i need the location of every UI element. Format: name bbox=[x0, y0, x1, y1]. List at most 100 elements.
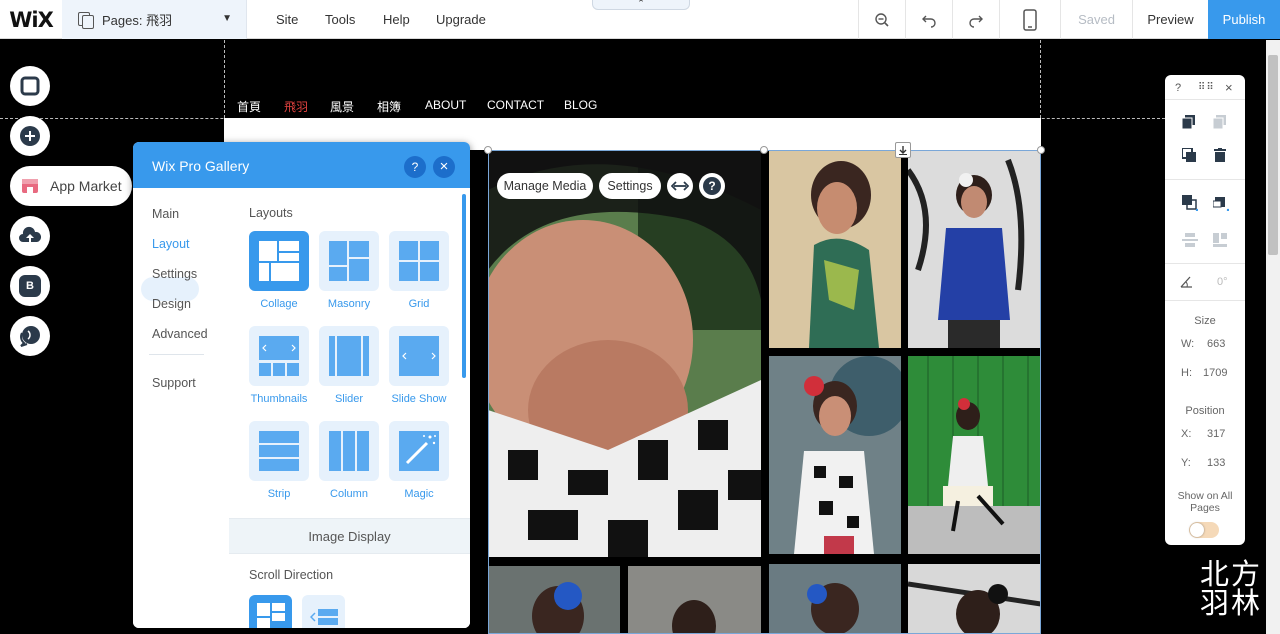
redo-button[interactable] bbox=[952, 0, 999, 39]
stretch-button[interactable] bbox=[667, 173, 693, 199]
publish-button[interactable]: Publish bbox=[1208, 0, 1280, 39]
app-market-button[interactable]: App Market bbox=[10, 166, 132, 206]
distribute-button[interactable] bbox=[1213, 233, 1227, 252]
panel-side-nav: Main Layout Settings Design Advanced Sup… bbox=[133, 188, 229, 628]
drag-handle-icon[interactable]: ⠿⠿ bbox=[1198, 82, 1215, 93]
add-button[interactable] bbox=[10, 116, 50, 156]
site-nav-blog[interactable]: BLOG bbox=[564, 98, 597, 112]
scroll-horizontal-option[interactable] bbox=[302, 595, 345, 628]
layout-masonry-card[interactable] bbox=[319, 231, 379, 291]
side-item-design[interactable]: Design bbox=[152, 297, 191, 311]
gallery-photo-8[interactable] bbox=[769, 564, 901, 634]
site-nav-about[interactable]: ABOUT bbox=[425, 98, 466, 112]
duplicate-button[interactable] bbox=[1181, 147, 1196, 167]
wix-logo[interactable]: WiX bbox=[0, 0, 62, 39]
layout-column-card[interactable] bbox=[319, 421, 379, 481]
pro-gallery[interactable] bbox=[488, 150, 1041, 634]
gallery-photo-5[interactable] bbox=[908, 356, 1041, 554]
layouts-section: Layouts Collage Masonry Grid Thumbnails bbox=[229, 188, 470, 518]
gallery-photo-large[interactable] bbox=[488, 150, 761, 557]
bring-forward-button[interactable] bbox=[1182, 195, 1199, 216]
site-nav-contact[interactable]: CONTACT bbox=[487, 98, 544, 112]
layout-strip-card[interactable] bbox=[249, 421, 309, 481]
editor-scrollbar-thumb[interactable] bbox=[1268, 55, 1278, 255]
x-value[interactable]: 317 bbox=[1207, 428, 1225, 440]
manage-media-button[interactable]: Manage Media bbox=[497, 173, 593, 199]
background-button[interactable] bbox=[10, 66, 50, 106]
mobile-view-button[interactable] bbox=[999, 0, 1060, 39]
gallery-photo-3[interactable] bbox=[769, 356, 901, 554]
panel-help-button[interactable]: ? bbox=[404, 156, 426, 178]
layout-thumbnails-card[interactable] bbox=[249, 326, 309, 386]
panel-scrollbar[interactable] bbox=[462, 194, 466, 378]
anchor-button[interactable] bbox=[895, 142, 911, 158]
arrange-divider-3 bbox=[1165, 263, 1245, 264]
upload-button[interactable] bbox=[10, 216, 50, 256]
site-nav-feiyu[interactable]: 飛羽 bbox=[284, 98, 308, 115]
blog-button[interactable]: B bbox=[10, 266, 50, 306]
arrange-help-button[interactable]: ? bbox=[1175, 82, 1181, 94]
arrange-close-button[interactable]: × bbox=[1225, 80, 1233, 95]
send-backward-button[interactable] bbox=[1212, 195, 1230, 216]
side-item-advanced[interactable]: Advanced bbox=[152, 327, 208, 341]
scroll-vertical-option[interactable] bbox=[249, 595, 292, 628]
show-on-all-pages-toggle[interactable] bbox=[1189, 522, 1219, 538]
y-value[interactable]: 133 bbox=[1207, 457, 1225, 469]
gallery-photo-6[interactable] bbox=[488, 566, 620, 634]
width-value[interactable]: 663 bbox=[1207, 338, 1225, 350]
gallery-photo-7[interactable] bbox=[628, 566, 761, 634]
layout-grid-card[interactable] bbox=[389, 231, 449, 291]
resize-handle-top[interactable] bbox=[760, 146, 768, 154]
watermark-line-2: 羽林 bbox=[1200, 586, 1263, 620]
pages-dropdown[interactable]: Pages: 飛羽 ▼ bbox=[62, 0, 247, 39]
menu-upgrade[interactable]: Upgrade bbox=[436, 0, 486, 39]
collapse-topbar-tab[interactable]: ⌃ bbox=[592, 0, 690, 10]
layout-slider-card[interactable] bbox=[319, 326, 379, 386]
menu-help[interactable]: Help bbox=[383, 0, 410, 39]
gallery-photo-9[interactable] bbox=[908, 564, 1041, 634]
side-item-support[interactable]: Support bbox=[152, 376, 196, 390]
site-nav-home[interactable]: 首頁 bbox=[237, 98, 261, 115]
zoom-button[interactable] bbox=[858, 0, 905, 39]
gallery-photo-2[interactable] bbox=[769, 150, 901, 348]
rotation-value[interactable]: 0° bbox=[1217, 276, 1228, 288]
undo-button[interactable] bbox=[905, 0, 952, 39]
horizontal-scroll-icon bbox=[309, 608, 338, 625]
resize-handle-top-left[interactable] bbox=[484, 146, 492, 154]
chevron-up-icon: ⌃ bbox=[637, 0, 645, 8]
strip-layout-icon bbox=[259, 431, 299, 471]
align-button[interactable] bbox=[1182, 233, 1198, 252]
side-item-settings[interactable]: Settings bbox=[152, 267, 197, 281]
resize-handle-top-right[interactable] bbox=[1037, 146, 1045, 154]
cloud-upload-icon bbox=[19, 226, 42, 243]
rotate-control[interactable] bbox=[1180, 275, 1194, 293]
layout-slideshow-card[interactable] bbox=[389, 326, 449, 386]
site-nav-album[interactable]: 相簿 bbox=[377, 98, 401, 115]
show-on-all-pages-label: Show on All Pages bbox=[1177, 490, 1233, 514]
height-label: H: bbox=[1181, 367, 1192, 379]
gallery-photo-4[interactable] bbox=[908, 150, 1041, 348]
align-icon bbox=[1182, 233, 1198, 247]
paste-button[interactable] bbox=[1212, 115, 1227, 134]
delete-button[interactable] bbox=[1214, 148, 1226, 167]
chat-button[interactable] bbox=[10, 316, 50, 356]
gallery-settings-button[interactable]: Settings bbox=[599, 173, 661, 199]
trash-icon bbox=[1214, 148, 1226, 162]
layout-collage-card[interactable] bbox=[249, 231, 309, 291]
site-nav-landscape[interactable]: 風景 bbox=[330, 98, 354, 115]
photo-5-image bbox=[908, 356, 1041, 554]
preview-button[interactable]: Preview bbox=[1132, 0, 1208, 39]
panel-close-button[interactable]: × bbox=[433, 156, 455, 178]
copy-button[interactable] bbox=[1181, 115, 1196, 134]
masonry-layout-icon bbox=[329, 241, 369, 281]
vertical-scroll-icon bbox=[256, 602, 285, 628]
gallery-help-button[interactable]: ? bbox=[699, 173, 725, 199]
side-item-layout[interactable]: Layout bbox=[152, 237, 190, 251]
menu-tools[interactable]: Tools bbox=[325, 0, 355, 39]
height-value[interactable]: 1709 bbox=[1203, 367, 1227, 379]
menu-site[interactable]: Site bbox=[276, 0, 298, 39]
side-item-main[interactable]: Main bbox=[152, 207, 179, 221]
panel-header[interactable]: Wix Pro Gallery ? × bbox=[133, 142, 470, 188]
layout-magic-card[interactable] bbox=[389, 421, 449, 481]
image-display-section[interactable]: Image Display bbox=[229, 518, 470, 554]
